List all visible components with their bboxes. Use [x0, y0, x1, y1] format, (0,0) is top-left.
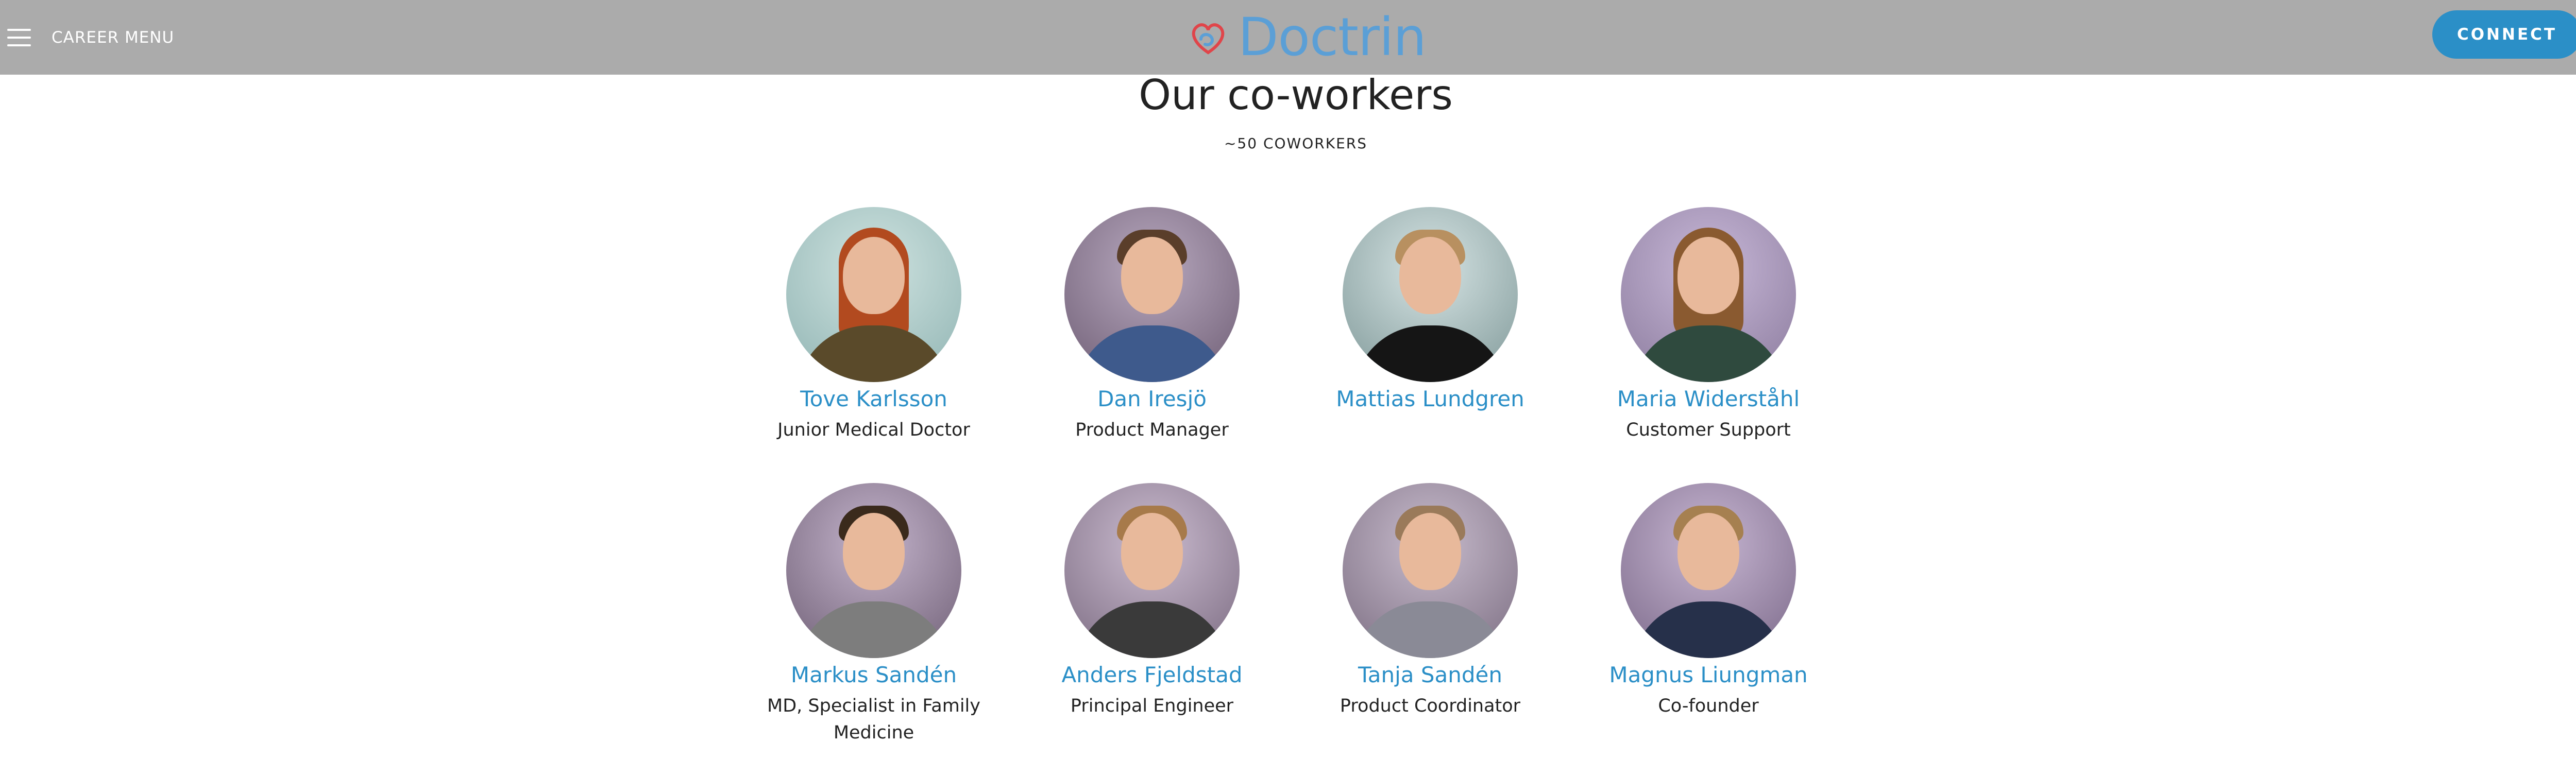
coworker-role: MD, Specialist in Family Medicine: [767, 696, 980, 743]
coworker-card: Magnus Liungman Co-founder: [1569, 483, 1848, 719]
connect-button[interactable]: CONNECT: [2432, 10, 2576, 59]
section-subtitle: ~50 COWORKERS: [1224, 135, 1368, 152]
coworker-card: Tove Karlsson Junior Medical Doctor: [735, 207, 1013, 443]
hamburger-menu-icon[interactable]: [7, 28, 31, 47]
avatar[interactable]: [1621, 483, 1796, 658]
coworker-card: Maria Widerståhl Customer Support: [1569, 207, 1848, 443]
doctrin-logo[interactable]: Doctrin: [1188, 6, 1427, 68]
avatar[interactable]: [1621, 207, 1796, 382]
coworker-name[interactable]: Markus Sandén: [735, 662, 1013, 687]
coworker-role: Product Coordinator: [1340, 696, 1521, 716]
avatar[interactable]: [1343, 483, 1518, 658]
avatar[interactable]: [1064, 207, 1240, 382]
coworker-name[interactable]: Anders Fjeldstad: [1013, 662, 1291, 687]
coworker-name[interactable]: Mattias Lundgren: [1291, 386, 1569, 411]
career-menu-button[interactable]: CAREER MENU: [7, 20, 174, 56]
career-menu-label[interactable]: CAREER MENU: [52, 28, 174, 47]
coworker-name[interactable]: Magnus Liungman: [1569, 662, 1848, 687]
avatar[interactable]: [1064, 483, 1240, 658]
section-title: Our co-workers: [1139, 71, 1453, 119]
coworker-card: Mattias Lundgren: [1291, 207, 1569, 417]
logo-wordmark: Doctrin: [1238, 6, 1427, 68]
coworker-name[interactable]: Tanja Sandén: [1291, 662, 1569, 687]
coworker-name[interactable]: Maria Widerståhl: [1569, 386, 1848, 411]
coworker-role: Product Manager: [1075, 420, 1229, 440]
coworker-role: Customer Support: [1626, 420, 1791, 440]
top-navigation-bar: CAREER MENU Doctrin CONNECT: [0, 0, 2576, 75]
coworker-card: Tanja Sandén Product Coordinator: [1291, 483, 1569, 719]
coworker-card: Anders Fjeldstad Principal Engineer: [1013, 483, 1291, 719]
coworker-role: Junior Medical Doctor: [777, 420, 970, 440]
doctrin-heart-logo-icon: [1192, 23, 1225, 55]
coworker-name[interactable]: Dan Iresjö: [1013, 386, 1291, 411]
avatar[interactable]: [1343, 207, 1518, 382]
coworker-name[interactable]: Tove Karlsson: [735, 386, 1013, 411]
coworker-role: Co-founder: [1658, 696, 1759, 716]
avatar[interactable]: [786, 207, 961, 382]
coworker-card: Dan Iresjö Product Manager: [1013, 207, 1291, 443]
coworker-role: Principal Engineer: [1070, 696, 1234, 716]
avatar[interactable]: [786, 483, 961, 658]
coworker-card: Markus Sandén MD, Specialist in Family M…: [735, 483, 1013, 746]
